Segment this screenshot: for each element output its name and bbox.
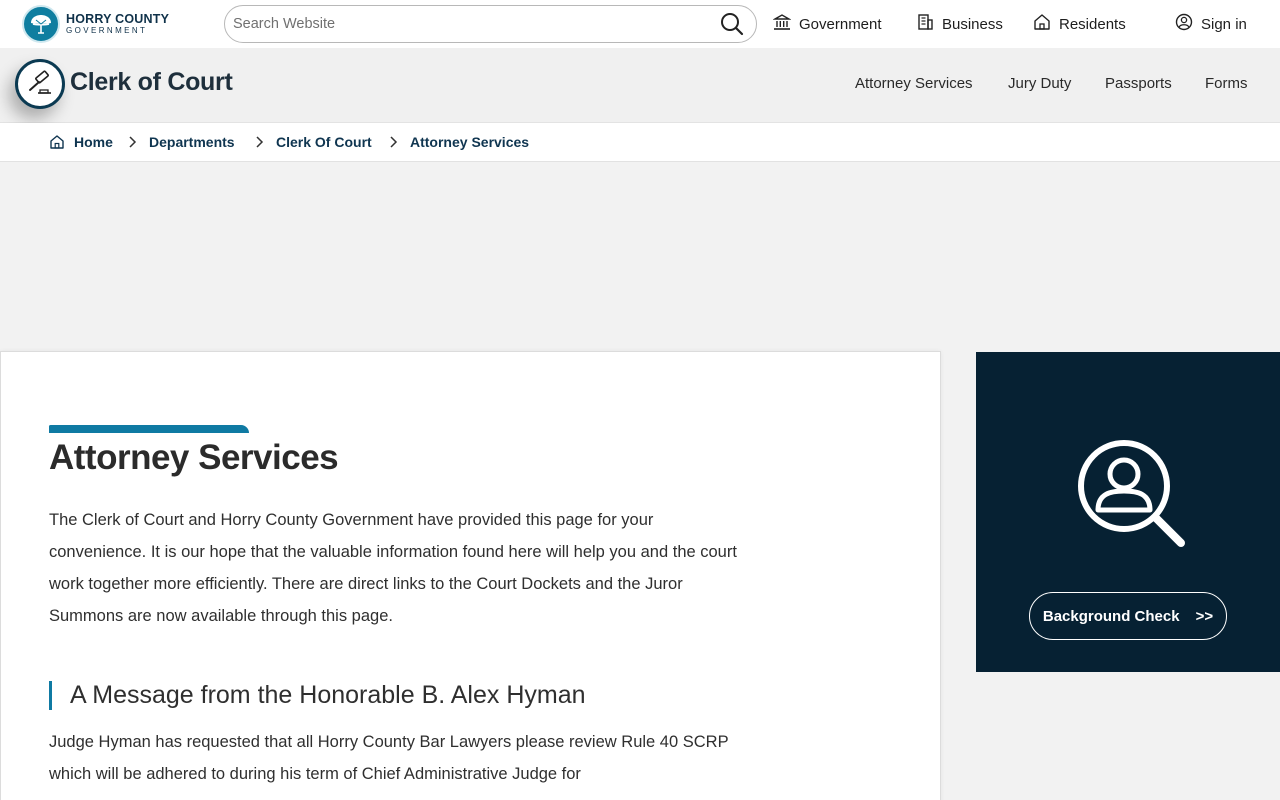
government-building-icon <box>772 13 792 35</box>
office-building-icon <box>916 13 934 35</box>
chevron-right-icon <box>129 136 137 148</box>
tree-logo-icon <box>22 5 60 43</box>
title-accent-bar <box>49 425 249 433</box>
breadcrumb-clerk-of-court[interactable]: Clerk Of Court <box>276 134 372 150</box>
page-title: Attorney Services <box>49 438 339 477</box>
intro-paragraph: The Clerk of Court and Horry County Gove… <box>49 511 737 625</box>
person-search-icon <box>1076 438 1188 555</box>
nav-sign-in[interactable]: Sign in <box>1175 13 1247 35</box>
breadcrumb-attorney-services[interactable]: Attorney Services <box>410 134 529 150</box>
horry-county-logo[interactable]: HORRY COUNTY GOVERNMENT <box>22 5 169 43</box>
department-header: Clerk of Court Attorney Services Jury Du… <box>0 48 1280 123</box>
subnav-passports[interactable]: Passports <box>1105 75 1172 92</box>
nav-residents[interactable]: Residents <box>1033 13 1126 35</box>
search-icon[interactable] <box>720 12 744 36</box>
main-content: Attorney Services The Clerk of Court and… <box>0 351 941 800</box>
department-title[interactable]: Clerk of Court <box>70 68 233 97</box>
message-paragraph: Judge Hyman has requested that all Horry… <box>49 733 729 783</box>
subnav-jury-duty[interactable]: Jury Duty <box>1008 75 1071 92</box>
search-input[interactable] <box>233 16 703 32</box>
nav-sign-in-label: Sign in <box>1201 15 1247 33</box>
user-circle-icon <box>1175 13 1193 35</box>
home-icon <box>1033 13 1051 35</box>
logo-line-2: GOVERNMENT <box>66 25 148 35</box>
background-check-label: Background Check <box>1042 607 1180 625</box>
gavel-icon <box>15 59 65 109</box>
top-bar: HORRY COUNTY GOVERNMENT Government <box>0 0 1280 48</box>
message-heading: A Message from the Honorable B. Alex Hym… <box>49 681 586 710</box>
chevron-right-icon <box>390 136 398 148</box>
breadcrumb: Home Departments Clerk Of Court Attorney… <box>0 123 1280 162</box>
breadcrumb-departments[interactable]: Departments <box>149 134 235 150</box>
subnav-forms[interactable]: Forms <box>1205 75 1248 92</box>
nav-government[interactable]: Government <box>772 13 882 35</box>
nav-business[interactable]: Business <box>916 13 1003 35</box>
chevron-right-icon <box>256 136 264 148</box>
background-check-button[interactable]: Background Check >> <box>1029 592 1227 640</box>
home-icon[interactable] <box>49 134 65 155</box>
logo-line-1: HORRY COUNTY <box>66 12 170 27</box>
nav-government-label: Government <box>799 15 882 33</box>
breadcrumb-home[interactable]: Home <box>74 134 113 150</box>
subnav-attorney-services[interactable]: Attorney Services <box>855 75 973 92</box>
nav-business-label: Business <box>942 15 1003 33</box>
double-chevron-right-icon: >> <box>1195 607 1214 625</box>
nav-residents-label: Residents <box>1059 15 1126 33</box>
search-bar <box>224 5 757 43</box>
background-check-card: Background Check >> <box>976 352 1280 672</box>
